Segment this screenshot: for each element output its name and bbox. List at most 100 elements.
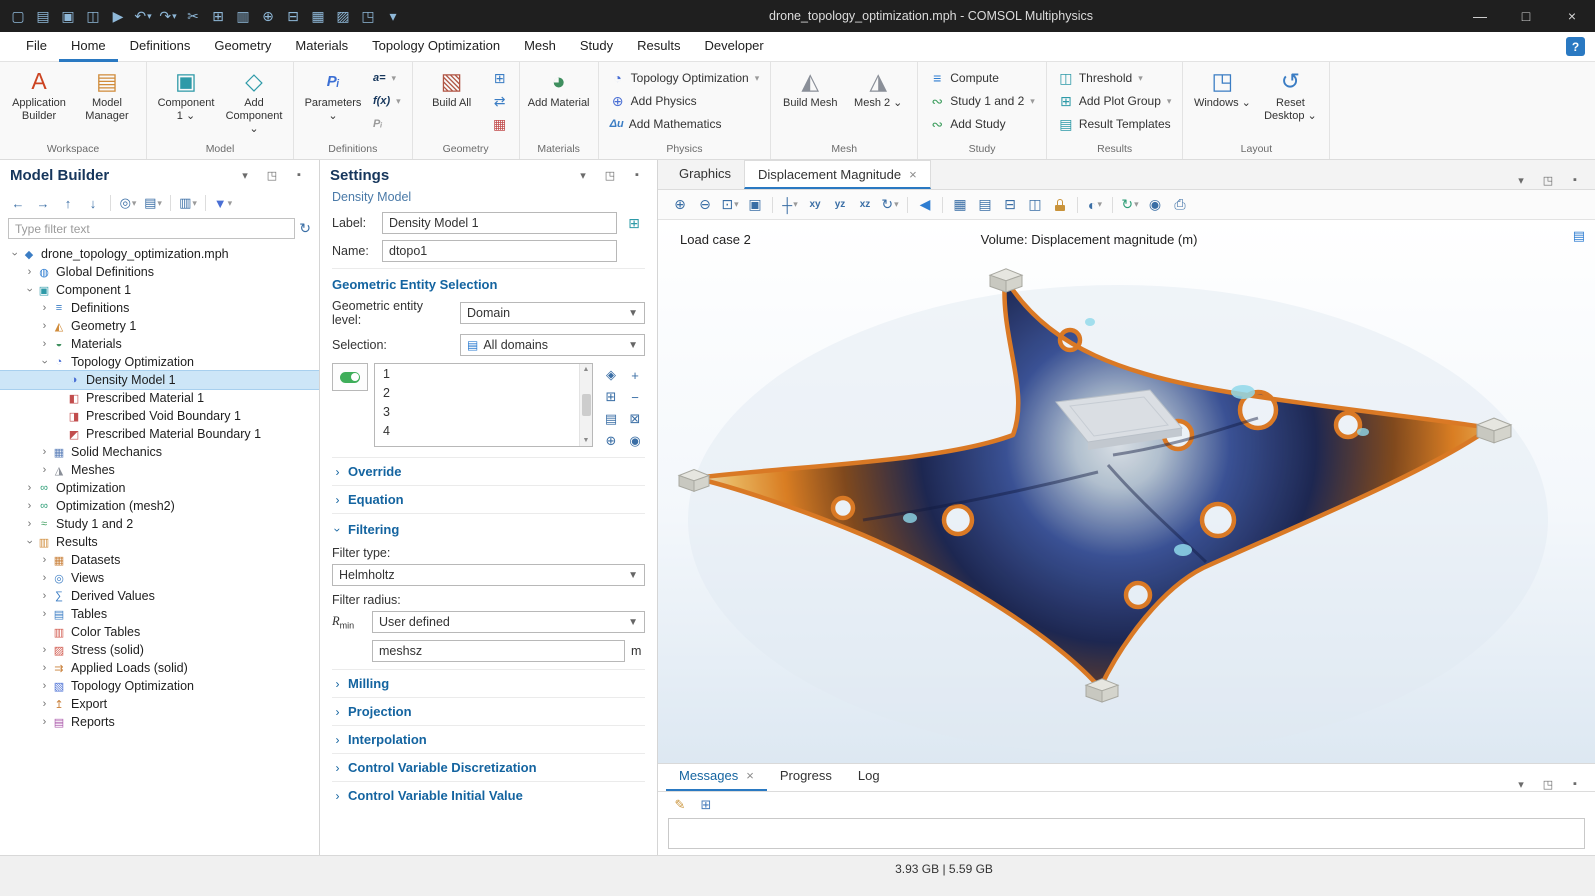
create-selection-icon[interactable]: ⊞ — [623, 212, 645, 234]
expand-toggle-icon[interactable]: › — [38, 302, 51, 314]
messages-tab-progress[interactable]: Progress — [767, 762, 845, 791]
expand-toggle-icon[interactable]: › — [38, 644, 51, 656]
select-boundaries-icon[interactable]: ▨ — [331, 4, 355, 28]
tree-item-reports[interactable]: ›▤Reports — [0, 713, 319, 731]
close-icon[interactable]: × — [1549, 0, 1595, 32]
add-image-icon[interactable]: ⊟ — [998, 193, 1022, 217]
update-geometry-icon-button[interactable]: ⇄ — [487, 90, 513, 112]
ribbon-tab-definitions[interactable]: Definitions — [118, 32, 203, 62]
reset-desktop-button[interactable]: ↺Reset Desktop ⌄ — [1257, 66, 1323, 123]
remove-from-selection-icon[interactable]: − — [623, 385, 647, 409]
expand-toggle-icon[interactable]: › — [38, 572, 51, 584]
ribbon-tab-results[interactable]: Results — [625, 32, 692, 62]
run-icon[interactable]: ▶ — [106, 4, 130, 28]
refresh-icon[interactable]: ↻ — [299, 220, 311, 237]
forward-icon[interactable]: → — [31, 191, 55, 215]
copy-icon[interactable]: ⊞ — [206, 4, 230, 28]
messages-output[interactable] — [668, 818, 1585, 849]
undo-icon[interactable]: ↶▾ — [131, 4, 155, 28]
add-physics-button[interactable]: ⊕Add Physics — [605, 90, 765, 112]
plot-legend-icon[interactable]: ▤ — [1573, 228, 1585, 244]
selection-list-item[interactable]: 3 — [375, 403, 579, 422]
variables-button[interactable]: a=▾ — [368, 67, 406, 89]
close-tab-icon[interactable]: × — [909, 167, 917, 182]
section-interpolation[interactable]: ›Interpolation — [332, 725, 645, 753]
insert-sequence-icon-button[interactable]: ⊞ — [487, 67, 513, 89]
open-file-icon[interactable]: ▤ — [31, 4, 55, 28]
component-1-button[interactable]: ▣Component 1 ⌄ — [153, 66, 219, 123]
selection-toggle-button[interactable] — [332, 363, 368, 391]
maximize-icon[interactable]: □ — [1503, 0, 1549, 32]
mesh-2-button[interactable]: ◮Mesh 2 ⌄ — [845, 66, 911, 110]
clear-selection-icon[interactable]: ⊠ — [623, 407, 647, 431]
tree-item-topology-optimization[interactable]: ›▧Topology Optimization — [0, 677, 319, 695]
expand-toggle-icon[interactable]: › — [23, 482, 36, 494]
duplicate-icon[interactable]: ⊕ — [256, 4, 280, 28]
float-panel-icon[interactable]: ◳ — [1536, 168, 1560, 192]
expand-toggle-icon[interactable]: › — [38, 446, 51, 458]
virtual-operations-icon-button[interactable]: ▦ — [487, 113, 513, 135]
expand-toggle-icon[interactable]: › — [38, 680, 51, 692]
section-filtering[interactable]: › Filtering — [332, 513, 645, 544]
redo-icon[interactable]: ↷▾ — [156, 4, 180, 28]
tree-item-stress-solid[interactable]: ›▨Stress (solid) — [0, 641, 319, 659]
messages-tab-log[interactable]: Log — [845, 762, 893, 791]
topology-optimization-interface-button[interactable]: ◔Topology Optimization▾ — [605, 67, 765, 89]
print-icon[interactable]: ⎙ — [1168, 193, 1192, 217]
model-tree-nodes-icon[interactable]: ▥▾ — [176, 191, 200, 215]
tree-item-tables[interactable]: ›▤Tables — [0, 605, 319, 623]
parameters-button[interactable]: PᵢParameters ⌄ — [300, 66, 366, 123]
activate-selection-icon[interactable]: ◈ — [599, 363, 623, 387]
zoom-out-icon[interactable]: ⊖ — [693, 193, 717, 217]
compute-button[interactable]: ≡Compute — [924, 67, 1040, 89]
functions-button[interactable]: f(x)▾ — [368, 90, 406, 112]
filter-icon[interactable]: ▼▾ — [211, 191, 235, 215]
scroll-thumb[interactable] — [582, 394, 591, 416]
filter-radius-input[interactable] — [372, 640, 625, 662]
expand-toggle-icon[interactable]: › — [38, 662, 51, 674]
build-mesh-button[interactable]: ◭Build Mesh — [777, 66, 843, 110]
pin-panel-icon[interactable]: ▪ — [625, 163, 649, 187]
tree-item-derived-values[interactable]: ›∑Derived Values — [0, 587, 319, 605]
tree-item-color-tables[interactable]: ▥Color Tables — [0, 623, 319, 641]
section-control-variable-discretization[interactable]: ›Control Variable Discretization — [332, 753, 645, 781]
zoom-extents-icon[interactable]: ▣ — [743, 193, 767, 217]
scrollbar[interactable]: ▲ ▼ — [579, 364, 592, 446]
show-selection-icon[interactable]: ◉ — [623, 429, 647, 453]
expand-toggle-icon[interactable]: › — [38, 698, 51, 710]
sound-icon[interactable]: ◀ — [913, 193, 937, 217]
expand-toggle-icon[interactable]: › — [38, 608, 51, 620]
collapse-icon[interactable]: ▤▾ — [141, 191, 165, 215]
threshold-button[interactable]: ◫Threshold▾ — [1053, 67, 1177, 89]
lock-axis-icon[interactable] — [1048, 193, 1072, 217]
qat-menu-icon[interactable]: ▾ — [381, 4, 405, 28]
pin-panel-icon[interactable]: ▪ — [287, 163, 311, 187]
filter-radius-mode-dropdown[interactable]: User defined ▼ — [372, 611, 645, 633]
scroll-down-icon[interactable]: ▼ — [583, 437, 590, 444]
float-panel-icon[interactable]: ◳ — [1536, 772, 1560, 796]
displacement-plot-3d[interactable] — [658, 220, 1595, 763]
add-mathematics-button[interactable]: ΔuAdd Mathematics — [605, 113, 765, 135]
add-to-selection-icon[interactable]: + — [623, 363, 647, 387]
graphics-tab-displacement-magnitude[interactable]: Displacement Magnitude× — [744, 160, 931, 189]
save-icon[interactable]: ▣ — [56, 4, 80, 28]
scroll-up-icon[interactable]: ▲ — [583, 366, 590, 373]
selection-list-item[interactable]: 2 — [375, 384, 579, 403]
ribbon-tab-developer[interactable]: Developer — [692, 32, 775, 62]
tree-item-prescribed-material-boundary-1[interactable]: ◩Prescribed Material Boundary 1 — [0, 425, 319, 443]
tree-item-density-model-1[interactable]: ◑Density Model 1 — [0, 371, 319, 389]
float-panel-icon[interactable]: ◳ — [260, 163, 284, 187]
expand-toggle-icon[interactable]: › — [24, 536, 36, 549]
tree-item-solid-mechanics[interactable]: ›▦Solid Mechanics — [0, 443, 319, 461]
tree-item-views[interactable]: ›◎Views — [0, 569, 319, 587]
selection-list-item[interactable]: 4 — [375, 422, 579, 441]
panel-menu-icon[interactable]: ▾ — [233, 163, 257, 187]
tree-item-optimization[interactable]: ›∞Optimization — [0, 479, 319, 497]
ribbon-tab-file[interactable]: File — [14, 32, 59, 62]
tree-item-drone-topology-optimization-mph[interactable]: ›◆drone_topology_optimization.mph — [0, 245, 319, 263]
name-field-input[interactable] — [382, 240, 617, 262]
tree-item-prescribed-material-1[interactable]: ◧Prescribed Material 1 — [0, 389, 319, 407]
tree-item-meshes[interactable]: ›◮Meshes — [0, 461, 319, 479]
selection-list-item[interactable]: 1 — [375, 365, 579, 384]
float-panel-icon[interactable]: ◳ — [598, 163, 622, 187]
